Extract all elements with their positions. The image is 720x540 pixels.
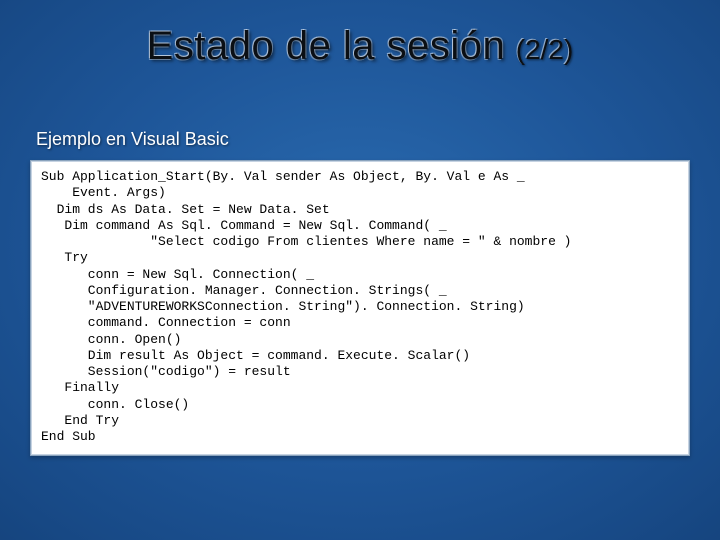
code-block: Sub Application_Start(By. Val sender As … (30, 160, 690, 456)
slide-pager: (2/2) (516, 34, 574, 65)
slide: Estado de la sesión (2/2) Ejemplo en Vis… (0, 0, 720, 540)
slide-title: Estado de la sesión (147, 24, 506, 68)
title-wrap: Estado de la sesión (2/2) (30, 24, 690, 69)
slide-subtitle: Ejemplo en Visual Basic (36, 129, 690, 150)
